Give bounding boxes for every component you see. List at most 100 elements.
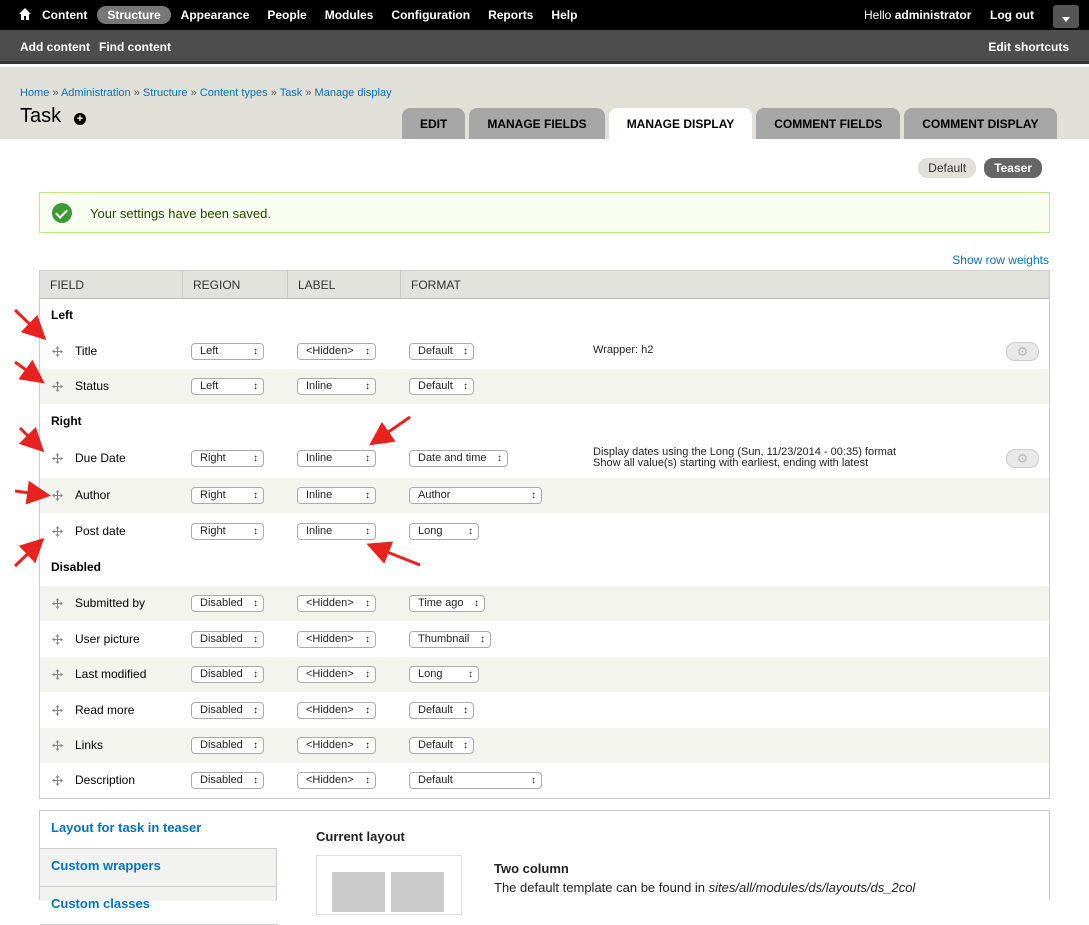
drag-handle-icon[interactable] <box>52 669 63 680</box>
label-select[interactable]: <Hidden> <box>297 737 376 754</box>
region-right-heading: Right <box>40 405 1049 440</box>
drag-handle-icon[interactable] <box>52 346 63 357</box>
tab-edit[interactable]: Edit <box>402 108 466 139</box>
vtab-layout[interactable]: Layout for task in teaser <box>40 811 277 849</box>
formatter-summary: Display dates using the Long (Sun, 11/23… <box>593 447 896 469</box>
format-select[interactable]: Default <box>409 702 474 719</box>
drag-handle-icon[interactable] <box>52 634 63 645</box>
breadcrumb-structure[interactable]: Structure <box>143 87 188 99</box>
drag-handle-icon[interactable] <box>52 705 63 716</box>
drag-handle-icon[interactable] <box>52 526 63 537</box>
header-label: Label <box>287 271 400 299</box>
region-select[interactable]: Disabled <box>191 595 264 612</box>
format-select[interactable]: Long <box>409 666 479 683</box>
region-left-label: Left <box>51 308 73 322</box>
table-row: Author Right Inline Author <box>40 478 1049 513</box>
region-select[interactable]: Disabled <box>191 772 264 789</box>
drag-handle-icon[interactable] <box>52 775 63 786</box>
annotation-arrow <box>14 359 45 384</box>
page-header: Home » Administration » Structure » Cont… <box>0 67 1089 139</box>
breadcrumb-home[interactable]: Home <box>20 87 49 99</box>
tab-manage-fields[interactable]: Manage fields <box>469 108 605 139</box>
breadcrumb-manage-display[interactable]: Manage display <box>315 87 392 99</box>
format-select[interactable]: Time ago <box>409 595 485 612</box>
annotation-arrow <box>13 537 45 568</box>
region-select[interactable]: Right <box>191 523 264 540</box>
toolbar-menu: Content Structure Appearance People Modu… <box>42 0 595 30</box>
toolbar-item-content[interactable]: Content <box>42 6 87 24</box>
breadcrumb-content-types[interactable]: Content types <box>200 87 268 99</box>
table-row: Read more Disabled <Hidden> Default <box>40 693 1049 728</box>
region-select[interactable]: Right <box>191 487 264 504</box>
label-select[interactable]: Inline <box>297 378 376 395</box>
region-select[interactable]: Left <box>191 343 264 360</box>
toolbar-item-structure[interactable]: Structure <box>97 6 171 24</box>
vtab-custom-wrappers[interactable]: Custom wrappers <box>40 849 277 887</box>
tab-manage-display[interactable]: Manage display <box>608 108 753 139</box>
breadcrumb-administration[interactable]: Administration <box>61 87 131 99</box>
format-select[interactable]: Default <box>409 737 474 754</box>
username-link[interactable]: administrator <box>895 8 972 22</box>
formatter-summary-line: Show all value(s) starting with earliest… <box>593 457 869 469</box>
toolbar-item-reports[interactable]: Reports <box>488 6 533 24</box>
format-select[interactable]: Default <box>409 378 474 395</box>
format-select[interactable]: Date and time <box>409 450 508 467</box>
status-message: Your settings have been saved. <box>39 192 1050 233</box>
label-select[interactable]: Inline <box>297 523 376 540</box>
region-select[interactable]: Disabled <box>191 666 264 683</box>
region-select[interactable]: Left <box>191 378 264 395</box>
toolbar-item-people[interactable]: People <box>267 6 306 24</box>
gear-icon[interactable]: ⚙ <box>1006 342 1039 361</box>
label-select[interactable]: <Hidden> <box>297 666 376 683</box>
tab-comment-fields[interactable]: Comment fields <box>756 108 901 139</box>
toolbar-item-configuration[interactable]: Configuration <box>391 6 470 24</box>
shortcut-find-content[interactable]: Find content <box>99 40 171 54</box>
format-select[interactable]: Long <box>409 523 479 540</box>
formatter-summary-line: Wrapper: h2 <box>593 344 654 356</box>
add-shortcut-icon[interactable]: + <box>74 113 86 125</box>
label-select[interactable]: Inline <box>297 487 376 504</box>
field-name: Links <box>75 738 104 752</box>
region-select[interactable]: Disabled <box>191 737 264 754</box>
toolbar-item-help[interactable]: Help <box>551 6 577 24</box>
region-select[interactable]: Disabled <box>191 702 264 719</box>
format-select[interactable]: Default <box>409 343 474 360</box>
layout-preview-image <box>316 855 462 915</box>
drag-handle-icon[interactable] <box>52 740 63 751</box>
table-row: Status Left Inline Default <box>40 369 1049 404</box>
label-select[interactable]: <Hidden> <box>297 772 376 789</box>
table-row: Title Left <Hidden> Default Wrapper: h2 ⚙ <box>40 334 1049 369</box>
view-mode-default[interactable]: Default <box>918 158 977 178</box>
breadcrumb-task[interactable]: Task <box>280 87 303 99</box>
toolbar-drawer-toggle[interactable] <box>1053 5 1079 28</box>
format-select[interactable]: Default <box>409 772 542 789</box>
toolbar-item-appearance[interactable]: Appearance <box>181 6 250 24</box>
home-icon[interactable] <box>18 7 32 21</box>
label-select[interactable]: <Hidden> <box>297 631 376 648</box>
drag-handle-icon[interactable] <box>52 598 63 609</box>
drag-handle-icon[interactable] <box>52 381 63 392</box>
label-select[interactable]: <Hidden> <box>297 595 376 612</box>
format-select[interactable]: Author <box>409 487 542 504</box>
view-mode-teaser[interactable]: Teaser <box>984 158 1042 178</box>
region-select[interactable]: Right <box>191 450 264 467</box>
logout-link[interactable]: Log out <box>990 8 1034 22</box>
region-select[interactable]: Disabled <box>191 631 264 648</box>
drag-handle-icon[interactable] <box>52 490 63 501</box>
shortcut-add-content[interactable]: Add content <box>20 40 90 54</box>
region-left-heading: Left <box>40 299 1049 334</box>
vertical-tabs: Layout for task in teaser Custom wrapper… <box>40 811 277 925</box>
toolbar-item-modules[interactable]: Modules <box>325 6 374 24</box>
label-select[interactable]: <Hidden> <box>297 702 376 719</box>
edit-shortcuts-link[interactable]: Edit shortcuts <box>988 40 1069 54</box>
field-name: Due Date <box>75 451 126 465</box>
show-row-weights-link[interactable]: Show row weights <box>952 253 1049 267</box>
label-select[interactable]: Inline <box>297 450 376 467</box>
gear-icon[interactable]: ⚙ <box>1006 449 1039 468</box>
field-name: Description <box>75 773 136 787</box>
vtab-custom-classes[interactable]: Custom classes <box>40 887 277 925</box>
label-select[interactable]: <Hidden> <box>297 343 376 360</box>
drag-handle-icon[interactable] <box>52 453 63 464</box>
format-select[interactable]: Thumbnail <box>409 631 491 648</box>
tab-comment-display[interactable]: Comment display <box>904 108 1057 139</box>
